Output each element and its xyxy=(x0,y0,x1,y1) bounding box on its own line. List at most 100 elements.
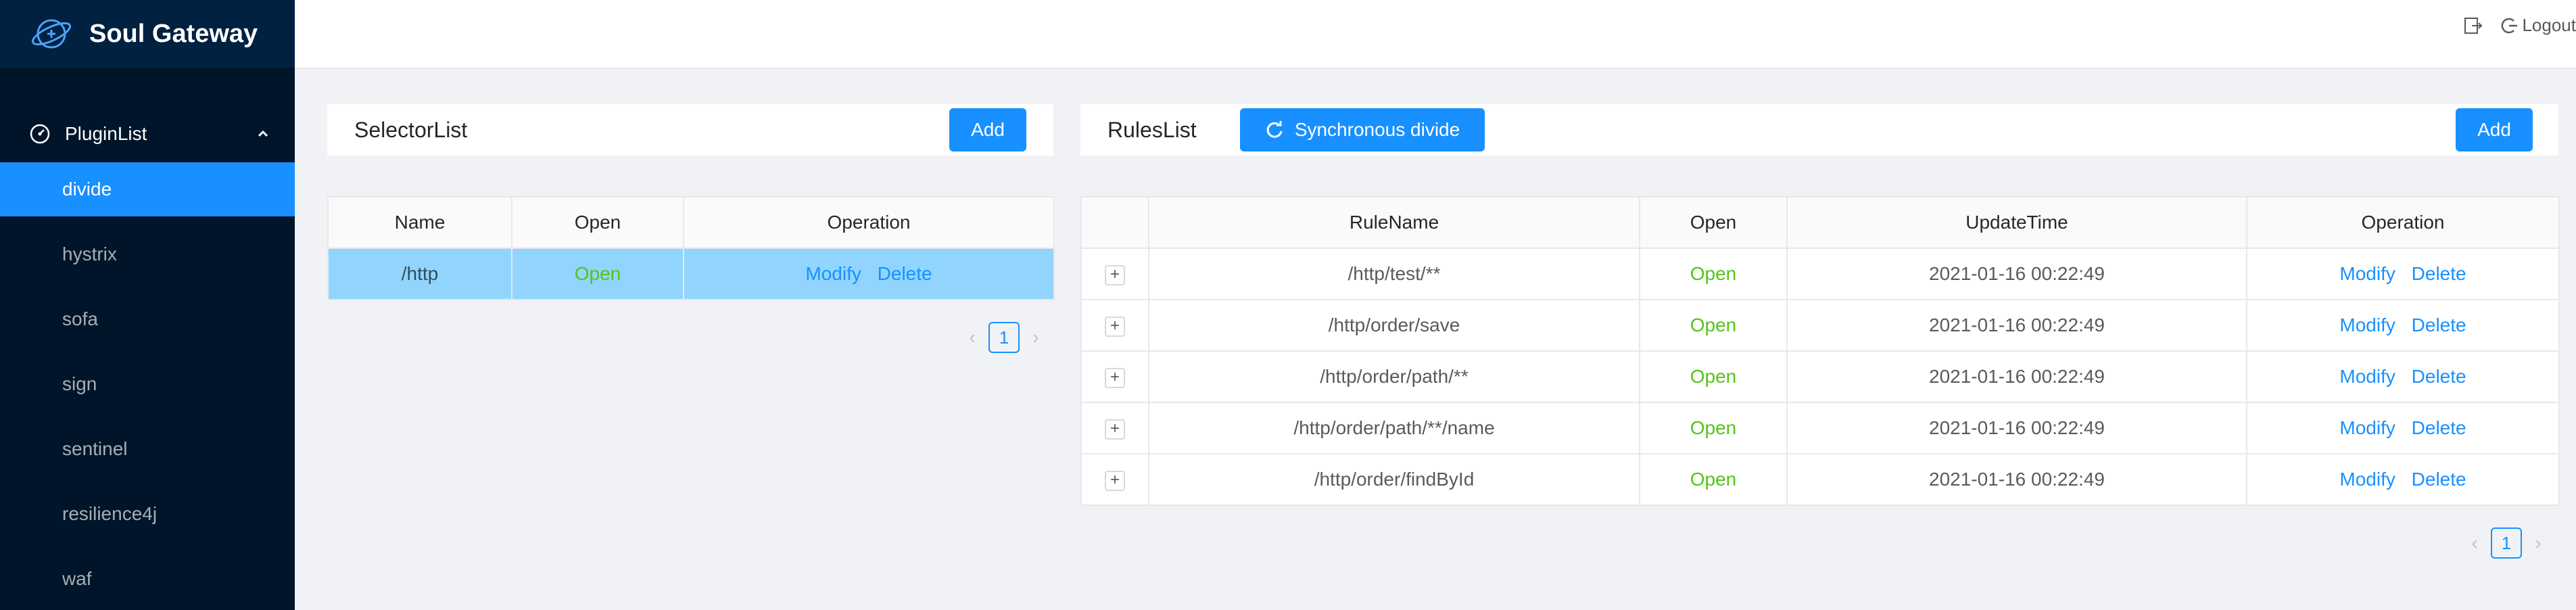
table-row: + /http/order/path/** Open 2021-01-16 00… xyxy=(1080,350,2560,403)
menu-group-label: PluginList xyxy=(65,123,147,144)
selector-title: SelectorList xyxy=(354,117,468,142)
prev-page-icon[interactable]: ‹ xyxy=(960,327,984,348)
sidebar-item-sentinel[interactable]: sentinel xyxy=(0,422,295,476)
column-header-name: Name xyxy=(327,196,512,249)
rules-add-button[interactable]: Add xyxy=(2456,108,2533,151)
modify-link[interactable]: Modify xyxy=(805,263,861,284)
sidebar-item-waf[interactable]: waf xyxy=(0,552,295,606)
status-open: Open xyxy=(1639,453,1788,506)
expand-row-button[interactable]: + xyxy=(1105,471,1125,491)
rules-header-bar: RulesList Synchronous divide Add xyxy=(1080,104,2558,156)
column-header-operation: Operation xyxy=(2246,196,2560,249)
top-header: Logout xyxy=(295,0,2576,69)
logo[interactable]: Soul Gateway xyxy=(0,0,295,68)
rules-title: RulesList xyxy=(1107,117,1197,142)
expand-cell: + xyxy=(1080,453,1149,506)
operation-cell: Modify Delete xyxy=(2246,299,2560,352)
sidebar-item-label: divide xyxy=(62,179,112,200)
expand-row-button[interactable]: + xyxy=(1105,368,1125,388)
modify-link[interactable]: Modify xyxy=(2339,469,2395,490)
page-1[interactable]: 1 xyxy=(988,322,1020,353)
expand-cell: + xyxy=(1080,248,1149,300)
sidebar-item-label: sign xyxy=(62,373,97,394)
column-header-rulename: RuleName xyxy=(1148,196,1640,249)
selector-header-bar: SelectorList Add xyxy=(327,104,1053,156)
rule-name-cell: /http/order/findById xyxy=(1148,453,1640,506)
table-row: + /http/test/** Open 2021-01-16 00:22:49… xyxy=(1080,248,2560,300)
modify-link[interactable]: Modify xyxy=(2339,417,2395,438)
sidebar-item-label: sofa xyxy=(62,308,98,329)
update-time-cell: 2021-01-16 00:22:49 xyxy=(1786,299,2247,352)
status-open: Open xyxy=(1639,248,1788,300)
sidebar-item-divide[interactable]: divide xyxy=(0,162,295,216)
modify-link[interactable]: Modify xyxy=(2339,314,2395,335)
status-open: Open xyxy=(511,248,684,300)
menu-group-pluginlist[interactable]: PluginList xyxy=(0,105,295,162)
table-row[interactable]: /http Open Modify Delete xyxy=(327,248,1055,300)
update-time-cell: 2021-01-16 00:22:49 xyxy=(1786,350,2247,403)
operation-cell: Modify Delete xyxy=(683,248,1055,300)
sidebar-item-hystrix[interactable]: hystrix xyxy=(0,227,295,281)
column-header-open: Open xyxy=(511,196,684,249)
sidebar-item-resilience4j[interactable]: resilience4j xyxy=(0,487,295,541)
delete-link[interactable]: Delete xyxy=(2412,314,2466,335)
sidebar-item-sofa[interactable]: sofa xyxy=(0,292,295,346)
table-row: + /http/order/save Open 2021-01-16 00:22… xyxy=(1080,299,2560,352)
selector-pagination: ‹ 1 › xyxy=(960,322,1048,353)
update-time-cell: 2021-01-16 00:22:49 xyxy=(1786,402,2247,454)
status-open: Open xyxy=(1639,402,1788,454)
rule-name-cell: /http/order/path/** xyxy=(1148,350,1640,403)
page-1[interactable]: 1 xyxy=(2491,527,2522,559)
expand-row-button[interactable]: + xyxy=(1105,419,1125,440)
export-icon xyxy=(2464,17,2483,34)
sidebar-item-sign[interactable]: sign xyxy=(0,357,295,411)
delete-link[interactable]: Delete xyxy=(2412,417,2466,438)
column-header-expand xyxy=(1080,196,1149,249)
modify-link[interactable]: Modify xyxy=(2339,366,2395,387)
sidebar-item-label: waf xyxy=(62,568,92,589)
logout-label: Logout xyxy=(2522,15,2576,35)
prev-page-icon[interactable]: ‹ xyxy=(2462,532,2487,554)
sidebar-item-label: sentinel xyxy=(62,438,128,459)
logout-button[interactable]: Logout xyxy=(2499,15,2576,36)
update-time-cell: 2021-01-16 00:22:49 xyxy=(1786,248,2247,300)
delete-link[interactable]: Delete xyxy=(2412,469,2466,490)
export-button[interactable] xyxy=(2462,16,2483,36)
table-header-row: Name Open Operation xyxy=(327,196,1055,249)
delete-link[interactable]: Delete xyxy=(2412,263,2466,284)
operation-cell: Modify Delete xyxy=(2246,453,2560,506)
logout-icon xyxy=(2502,18,2518,33)
table-row: + /http/order/path/**/name Open 2021-01-… xyxy=(1080,402,2560,454)
soul-logo-icon xyxy=(31,19,72,49)
operation-cell: Modify Delete xyxy=(2246,248,2560,300)
expand-row-button[interactable]: + xyxy=(1105,265,1125,285)
dashboard-icon xyxy=(30,124,50,144)
expand-cell: + xyxy=(1080,299,1149,352)
expand-cell: + xyxy=(1080,350,1149,403)
delete-link[interactable]: Delete xyxy=(878,263,932,284)
column-header-open: Open xyxy=(1639,196,1788,249)
modify-link[interactable]: Modify xyxy=(2339,263,2395,284)
status-open: Open xyxy=(1639,299,1788,352)
rules-table: RuleName Open UpdateTime Operation + /ht… xyxy=(1080,196,2560,506)
delete-link[interactable]: Delete xyxy=(2412,366,2466,387)
rules-pagination: ‹ 1 › xyxy=(2462,527,2550,559)
next-page-icon[interactable]: › xyxy=(1024,327,1048,348)
table-header-row: RuleName Open UpdateTime Operation xyxy=(1080,196,2560,249)
column-header-operation: Operation xyxy=(683,196,1055,249)
selector-add-button[interactable]: Add xyxy=(949,108,1026,151)
expand-cell: + xyxy=(1080,402,1149,454)
synchronous-divide-button[interactable]: Synchronous divide xyxy=(1240,108,1485,151)
sync-icon xyxy=(1266,121,1283,138)
next-page-icon[interactable]: › xyxy=(2526,532,2550,554)
sync-button-label: Synchronous divide xyxy=(1294,119,1460,140)
header-actions: Logout xyxy=(2446,15,2576,36)
table-row: + /http/order/findById Open 2021-01-16 0… xyxy=(1080,453,2560,506)
rule-name-cell: /http/order/save xyxy=(1148,299,1640,352)
chevron-up-icon xyxy=(258,130,268,137)
column-header-updatetime: UpdateTime xyxy=(1786,196,2247,249)
rule-name-cell: /http/test/** xyxy=(1148,248,1640,300)
expand-row-button[interactable]: + xyxy=(1105,316,1125,337)
app-title: Soul Gateway xyxy=(89,19,258,48)
sidebar-item-label: hystrix xyxy=(62,243,117,264)
